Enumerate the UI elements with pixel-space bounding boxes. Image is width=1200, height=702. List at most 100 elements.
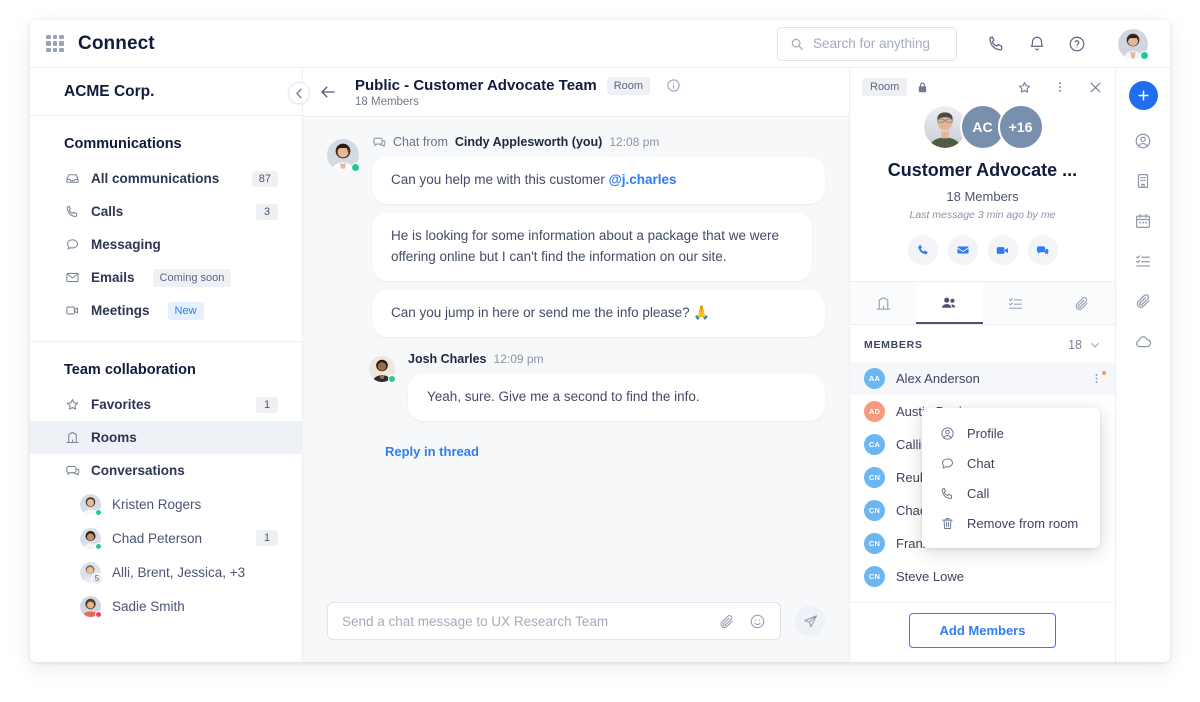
context-menu-item-chat[interactable]: Chat [922,448,1100,478]
global-search[interactable] [777,26,990,61]
tab-tasks[interactable] [983,282,1049,324]
chat-button[interactable] [1027,235,1058,265]
send-button[interactable] [795,606,825,636]
tab-files[interactable] [1049,282,1115,324]
sidebar-item-messaging[interactable]: Messaging [30,228,302,261]
message-time: 12:08 pm [609,135,660,149]
app-brand-title: Connect [78,32,155,54]
message-group: Josh Charles 12:09 pm Yeah, sure. Give m… [369,352,825,430]
room-type-pill: Room [862,78,908,96]
message-bubble: He is looking for some information about… [372,212,812,281]
message-bubble: Can you help me with this customer @j.ch… [372,157,825,204]
kebab-menu-icon[interactable] [1053,80,1067,94]
task-list-icon [1007,295,1024,312]
sidebar-label: Conversations [91,463,185,478]
sidebar-label: Rooms [91,430,137,445]
avatar [327,139,360,172]
section-title-communications: Communications [64,136,182,152]
message-text: Can you help me with this customer [391,172,609,187]
message-composer[interactable] [327,602,781,640]
rail-item-cloud[interactable] [1134,332,1153,351]
cloud-icon [1134,332,1153,351]
avatar [369,355,396,383]
member-name: Alex Anderson [896,371,980,386]
sidebar-collapse-button[interactable] [288,82,310,104]
call-button[interactable] [907,235,938,265]
email-button[interactable] [947,235,978,265]
close-icon[interactable] [1088,80,1103,95]
member-menu-button[interactable] [1090,371,1106,385]
sidebar-item-all-communications[interactable]: All communications 87 [30,162,302,195]
avatar-initials: CN [864,533,885,554]
sidebar-item-rooms[interactable]: Rooms [30,421,302,454]
sidebar-item-meetings[interactable]: Meetings New [30,294,302,327]
panel-header: Room [850,68,1115,96]
conversation-item-group[interactable]: 5 Alli, Brent, Jessica, +3 [30,555,302,589]
chat-panel: Public - Customer Advocate Team Room 18 … [303,68,849,662]
conversation-item-sadie-smith[interactable]: Sadie Smith [30,589,302,623]
task-list-icon [1134,252,1152,270]
message-meta: Chat from Cindy Applesworth (you) 12:08 … [372,135,825,149]
back-button[interactable] [315,79,341,105]
message-meta: Josh Charles 12:09 pm [408,352,825,366]
inbox-icon [64,171,80,187]
phone-icon [64,204,80,220]
sidebar-item-conversations[interactable]: Conversations [30,454,302,487]
paperclip-icon[interactable] [718,613,735,630]
room-name: Customer Advocate ... [887,160,1078,180]
chevron-down-icon[interactable] [1089,339,1101,351]
message-input[interactable] [342,613,704,629]
avatar-initials: CN [864,500,885,521]
context-menu-label: Chat [967,455,995,471]
chat-header: Public - Customer Advocate Team Room 18 … [303,68,849,117]
create-new-button[interactable] [1128,81,1158,110]
conversation-item-kristen-rogers[interactable]: Kristen Rogers [30,487,302,521]
tab-members[interactable] [916,282,983,324]
top-bar: Connect [30,20,1170,68]
message-time: 12:09 pm [493,351,544,366]
message-bubble: Yeah, sure. Give me a second to find the… [408,373,825,421]
add-members-button[interactable]: Add Members [908,613,1057,648]
paperclip-icon [1134,292,1152,310]
send-icon [803,614,818,629]
context-menu-item-call[interactable]: Call [922,478,1100,508]
star-icon [64,397,80,413]
apps-grid-icon[interactable] [46,34,64,53]
chevron-left-icon [295,88,303,99]
sidebar-label: Messaging [91,237,161,252]
avatar-initials: CN [864,566,885,587]
rail-item-calendar[interactable] [1134,212,1152,230]
reply-in-thread-link[interactable]: Reply in thread [385,444,825,459]
phone-icon[interactable] [987,34,1006,53]
left-sidebar: ACME Corp. Communications All communicat… [30,68,310,662]
members-count: 18 [1068,338,1082,352]
sidebar-label: Calls [91,204,124,219]
rail-item-contacts[interactable] [1134,132,1152,150]
sidebar-item-calls[interactable]: Calls 3 [30,195,302,228]
context-menu-item-profile[interactable]: Profile [922,418,1100,448]
user-circle-icon [1134,132,1152,150]
members-label: MEMBERS [864,339,923,351]
member-row[interactable]: CN Steve Lowe [850,560,1115,593]
help-circle-icon[interactable] [1068,35,1086,53]
rail-item-files[interactable] [1134,292,1152,310]
badge-count: 87 [251,170,278,187]
sidebar-item-emails[interactable]: Emails Coming soon [30,261,302,294]
rail-item-organization[interactable] [1134,172,1152,190]
smiley-icon[interactable] [749,613,766,630]
context-menu-item-remove[interactable]: Remove from room [922,508,1100,538]
arrow-left-icon [319,83,337,101]
video-call-button[interactable] [987,235,1018,265]
tab-room-info[interactable] [850,282,916,324]
conversation-item-chad-peterson[interactable]: Chad Peterson 1 [30,521,302,555]
bell-icon[interactable] [1028,35,1046,53]
rail-item-tasks[interactable] [1134,252,1152,270]
sidebar-item-favorites[interactable]: Favorites 1 [30,388,302,421]
star-icon[interactable] [1017,80,1032,95]
search-input[interactable] [813,36,990,51]
member-row[interactable]: AA Alex Anderson [850,362,1115,395]
mention-link[interactable]: @j.charles [609,172,677,187]
context-menu-label: Call [967,485,990,501]
avatar[interactable] [1118,28,1149,60]
info-circle-icon[interactable] [666,78,681,93]
